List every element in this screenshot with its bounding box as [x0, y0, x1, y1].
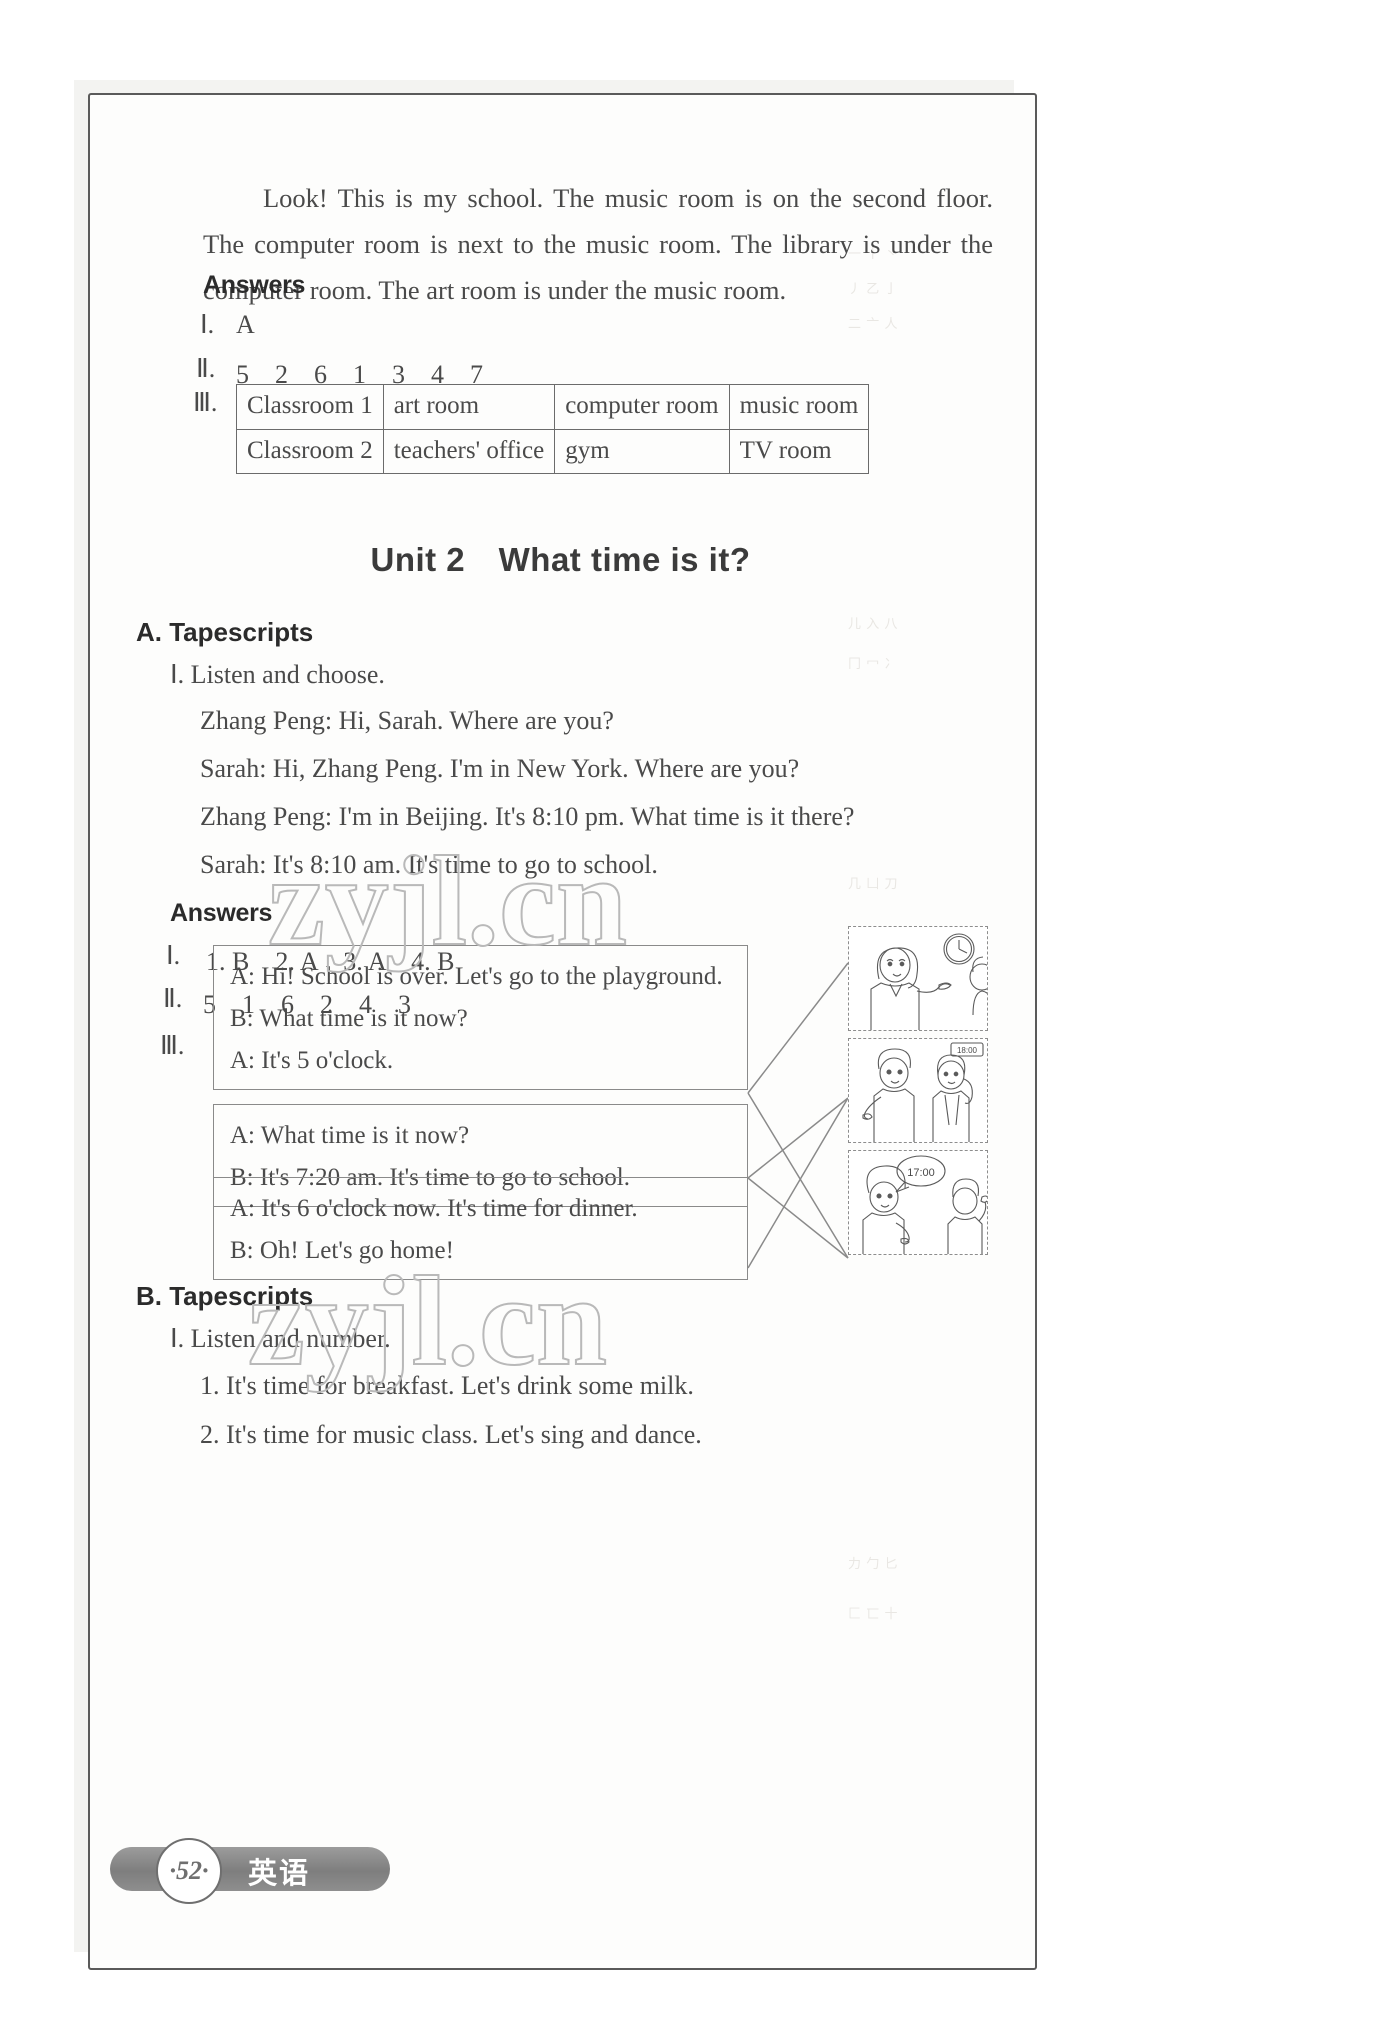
section-b-item: 2. It's time for music class. Let's sing…	[200, 1420, 702, 1449]
boy-with-speech-bubble-icon: 17:00	[862, 1155, 987, 1254]
teacher-pointing-at-clock-icon	[870, 933, 987, 1030]
match-box-line: B: What time is it now?	[230, 1005, 468, 1032]
clock-label-17-00: 17:00	[907, 1167, 935, 1179]
picture-panel-3[interactable]: 17:00	[848, 1150, 988, 1255]
page-number-badge: ·52·	[156, 1838, 222, 1904]
match-box-line: A: It's 6 o'clock now. It's time for din…	[230, 1195, 638, 1222]
picture-panel-1[interactable]	[848, 926, 988, 1031]
page-content: ⼀ ⼁ ⼂ ⼃ ⼄ ⼅ ⼆ ⼇ ⼈ ⼉ ⼊ ⼋ ⼌ ⼍ ⼎ ⼏ ⼐ ⼑ ⼒ ⼓ …	[88, 93, 1033, 1966]
match-box-3[interactable]: A: It's 6 o'clock now. It's time for din…	[213, 1177, 748, 1280]
section-b-item: 1. It's time for breakfast. Let's drink …	[200, 1371, 694, 1400]
match-box-line: A: It's 5 o'clock.	[230, 1047, 394, 1074]
two-students-talking-icon: 18:00	[862, 1042, 984, 1142]
match-box-line: B: Oh! Let's go home!	[230, 1237, 454, 1264]
section-b-part1-label: Ⅰ. Listen and number.	[170, 1324, 391, 1353]
match-box-1[interactable]: A: Hi! School is over. Let's go to the p…	[213, 945, 748, 1090]
section-b-heading: B. Tapescripts	[136, 1281, 314, 1311]
match-box-line: A: What time is it now?	[230, 1122, 470, 1149]
clock-label-18-00: 18:00	[957, 1046, 978, 1055]
picture-panel-2[interactable]: 18:00	[848, 1038, 988, 1143]
match-box-line: A: Hi! School is over. Let's go to the p…	[230, 963, 723, 990]
page-number: ·52·	[169, 1856, 209, 1885]
footer-subject: 英语	[248, 1858, 311, 1890]
